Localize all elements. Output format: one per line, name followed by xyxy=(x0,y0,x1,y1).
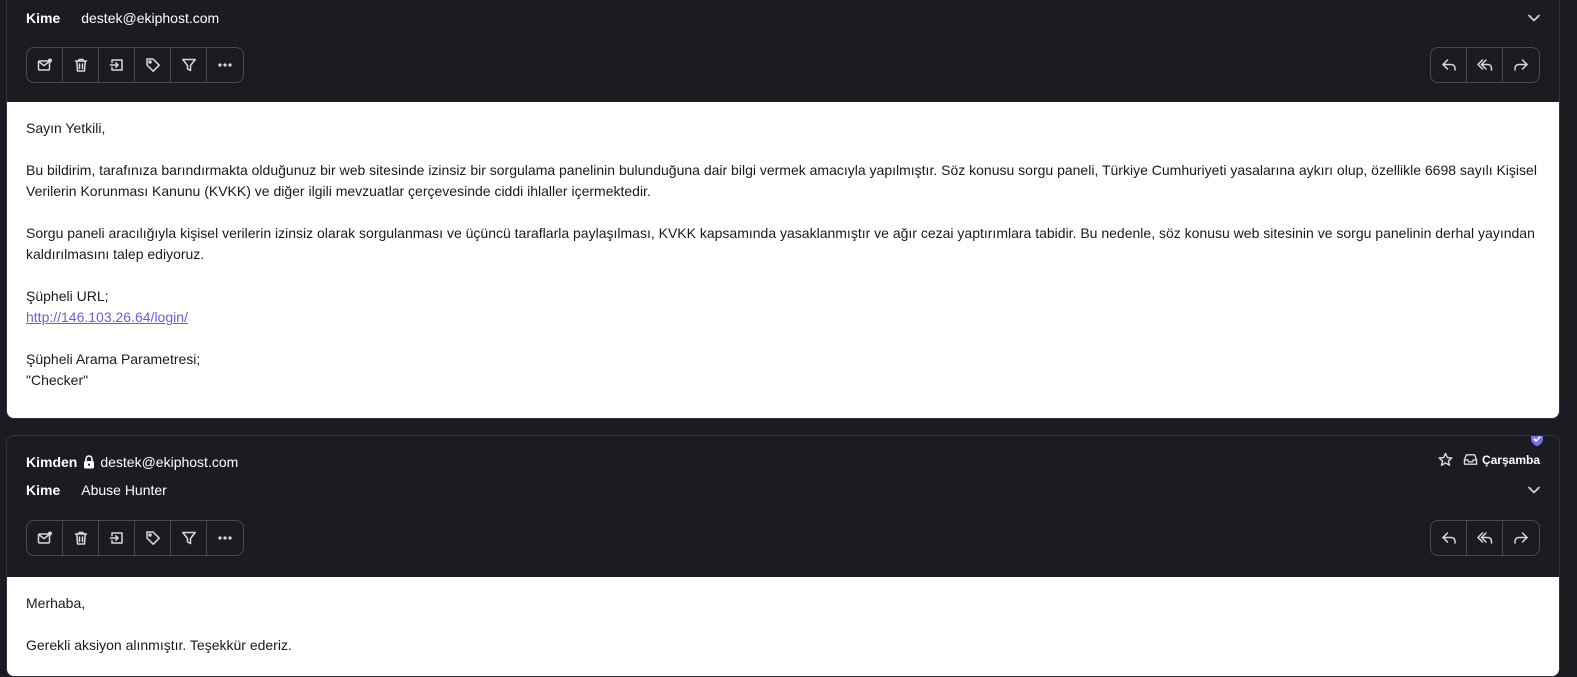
label-button[interactable] xyxy=(135,48,171,82)
message-actions-toolbar xyxy=(26,520,244,556)
mark-unread-icon xyxy=(37,531,52,544)
star-icon xyxy=(1438,452,1453,467)
param-label: Şüpheli Arama Parametresi; xyxy=(26,351,201,367)
verified-sender-badge xyxy=(1530,436,1544,452)
reply-all-button[interactable] xyxy=(1467,521,1503,555)
recipient-row: Kime Abuse Hunter xyxy=(26,482,167,498)
body-paragraph: Bu bildirim, tarafınıza barındırmakta ol… xyxy=(26,162,1537,199)
param-value: "Checker" xyxy=(26,372,89,388)
filter-icon xyxy=(181,531,196,545)
more-icon xyxy=(218,63,232,67)
from-address[interactable]: destek@ekiphost.com xyxy=(100,454,238,470)
recipient-row: Kime destek@ekiphost.com xyxy=(26,10,219,26)
greeting: Merhaba, xyxy=(26,595,86,611)
label-tag-icon xyxy=(145,58,160,72)
filter-button[interactable] xyxy=(171,48,207,82)
lock-icon xyxy=(83,455,95,469)
url-label: Şüpheli URL; xyxy=(26,288,109,304)
forward-button[interactable] xyxy=(1503,48,1539,82)
more-actions-button[interactable] xyxy=(207,521,243,555)
forward-icon xyxy=(1514,532,1528,544)
message-body: Merhaba, Gerekli aksiyon alınmıştır. Teş… xyxy=(7,577,1559,676)
expand-details-button[interactable] xyxy=(1527,483,1541,497)
to-address[interactable]: Abuse Hunter xyxy=(81,482,167,498)
move-to-folder-button[interactable] xyxy=(99,521,135,555)
to-label: Kime xyxy=(26,482,61,498)
message-1: Kime destek@ekiphost.com Sayın Yetkili, … xyxy=(6,0,1560,419)
expand-details-button[interactable] xyxy=(1527,11,1541,25)
mark-unread-button[interactable] xyxy=(27,521,63,555)
filter-icon xyxy=(181,58,196,72)
move-to-folder-icon xyxy=(109,532,123,544)
to-label: Kime xyxy=(26,10,61,26)
message-actions-toolbar xyxy=(26,47,244,83)
inbox-icon xyxy=(1463,453,1478,466)
greeting: Sayın Yetkili, xyxy=(26,120,106,136)
message-date: Çarşamba xyxy=(1481,452,1540,467)
chevron-down-icon xyxy=(1528,14,1540,22)
message-meta: Çarşamba xyxy=(1438,452,1540,467)
mark-unread-icon xyxy=(37,58,52,71)
reply-button[interactable] xyxy=(1431,521,1467,555)
body-paragraph: Gerekli aksiyon alınmıştır. Teşekkür ede… xyxy=(26,637,292,653)
move-to-folder-icon xyxy=(109,59,123,71)
mark-unread-button[interactable] xyxy=(27,48,63,82)
label-tag-icon xyxy=(145,531,160,545)
more-icon xyxy=(218,536,232,540)
message-2: Kimden destek@ekiphost.com Çarşamba Kime… xyxy=(6,435,1560,677)
reply-all-icon xyxy=(1476,59,1492,71)
star-button[interactable] xyxy=(1438,452,1453,467)
message-body: Sayın Yetkili, Bu bildirim, tarafınıza b… xyxy=(7,102,1559,418)
reply-icon xyxy=(1441,532,1456,544)
suspicious-url-link[interactable]: http://146.103.26.64/login/ xyxy=(26,309,188,325)
from-label: Kimden xyxy=(26,454,78,470)
move-to-folder-button[interactable] xyxy=(99,48,135,82)
trash-icon xyxy=(74,531,87,545)
reply-all-icon xyxy=(1476,532,1492,544)
reply-all-button[interactable] xyxy=(1467,48,1503,82)
reply-toolbar xyxy=(1430,47,1540,83)
delete-button[interactable] xyxy=(63,521,99,555)
forward-button[interactable] xyxy=(1503,521,1539,555)
more-actions-button[interactable] xyxy=(207,48,243,82)
chevron-down-icon xyxy=(1528,486,1540,494)
filter-button[interactable] xyxy=(171,521,207,555)
reply-icon xyxy=(1441,59,1456,71)
shield-check-icon xyxy=(1531,436,1543,447)
to-address[interactable]: destek@ekiphost.com xyxy=(81,10,219,26)
forward-icon xyxy=(1514,59,1528,71)
trash-icon xyxy=(74,58,87,72)
body-paragraph: Sorgu paneli aracılığıyla kişisel verile… xyxy=(26,225,1535,262)
sender-row: Kimden destek@ekiphost.com xyxy=(26,454,238,470)
reply-toolbar xyxy=(1430,520,1540,556)
delete-button[interactable] xyxy=(63,48,99,82)
label-button[interactable] xyxy=(135,521,171,555)
reply-button[interactable] xyxy=(1431,48,1467,82)
